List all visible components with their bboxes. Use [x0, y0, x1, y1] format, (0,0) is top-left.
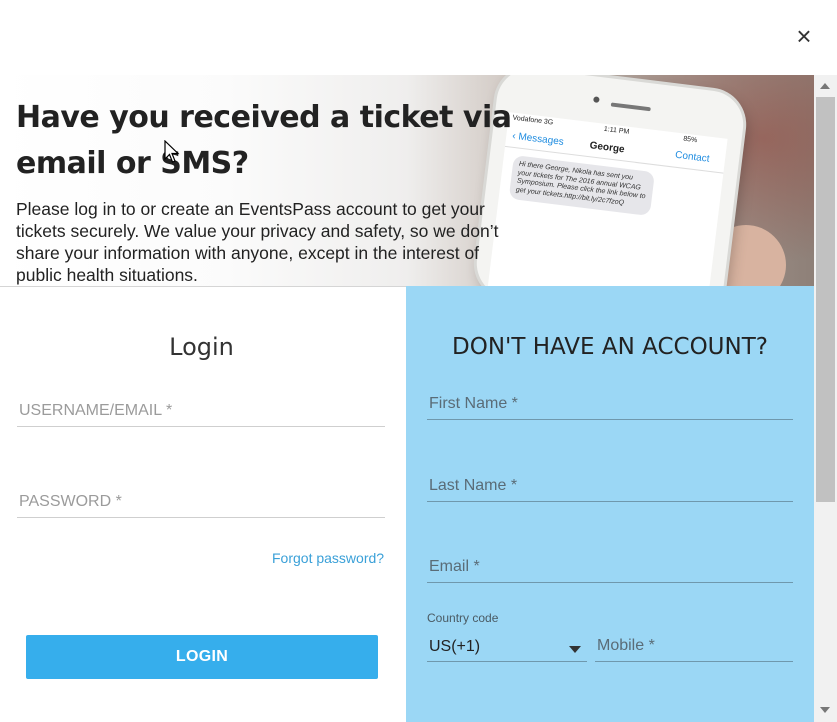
- login-title: Login: [169, 333, 234, 361]
- dialog-header: ×: [0, 0, 837, 75]
- close-icon[interactable]: ×: [790, 22, 818, 50]
- first-name-input[interactable]: First Name *: [427, 388, 793, 420]
- username-input[interactable]: USERNAME/EMAIL *: [17, 392, 385, 427]
- phone-message-bubble: Hi there George, Nikola has sent you you…: [508, 155, 655, 216]
- phone-back-link: ‹ Messages: [511, 130, 565, 148]
- vertical-scrollbar[interactable]: [814, 75, 837, 722]
- hero-title-line2: email or SMS?: [16, 146, 249, 181]
- phone-time: 1:11 PM: [603, 125, 630, 136]
- last-name-input[interactable]: Last Name *: [427, 470, 793, 502]
- chevron-down-icon: [569, 646, 581, 653]
- scrollbar-thumb[interactable]: [816, 97, 835, 502]
- hero-title-line1: Have you received a ticket via: [16, 100, 512, 135]
- phone-contact-name: George: [589, 140, 626, 156]
- email-placeholder: Email *: [429, 558, 480, 575]
- hero-description: Please log in to or create an EventsPass…: [16, 199, 499, 285]
- mobile-input[interactable]: Mobile *: [595, 630, 793, 662]
- mouse-cursor-icon: [164, 140, 180, 163]
- scroll-up-icon[interactable]: [820, 83, 830, 89]
- last-name-placeholder: Last Name *: [429, 477, 518, 494]
- register-panel: DON'T HAVE AN ACCOUNT? First Name * Last…: [406, 286, 814, 722]
- phone-back-label: Messages: [517, 131, 565, 148]
- phone-battery: 85%: [682, 135, 698, 145]
- hero-banner: Vodafone 3G 1:11 PM 85% ‹ Messages Georg…: [0, 75, 814, 286]
- country-code-select[interactable]: US(+1): [427, 630, 587, 662]
- forgot-password-link[interactable]: Forgot password?: [272, 550, 384, 566]
- phone-speaker-icon: [610, 102, 651, 112]
- phone-carrier: Vodafone 3G: [512, 114, 554, 127]
- phone-screen: Vodafone 3G 1:11 PM 85% ‹ Messages Georg…: [484, 112, 728, 286]
- dialog-body[interactable]: Vodafone 3G 1:11 PM 85% ‹ Messages Georg…: [0, 75, 837, 722]
- country-code-label: Country code: [427, 611, 499, 625]
- country-code-value: US(+1): [429, 638, 481, 655]
- password-placeholder: PASSWORD *: [19, 493, 122, 510]
- login-panel: Login USERNAME/EMAIL * PASSWORD * Forgot…: [0, 286, 406, 722]
- first-name-placeholder: First Name *: [429, 395, 518, 412]
- hero-title: Have you received a ticket via email or …: [16, 95, 516, 187]
- register-title: DON'T HAVE AN ACCOUNT?: [452, 334, 768, 360]
- email-input[interactable]: Email *: [427, 551, 793, 583]
- password-input[interactable]: PASSWORD *: [17, 483, 385, 518]
- login-button[interactable]: LOGIN: [26, 635, 378, 679]
- phone-contact-button: Contact: [674, 149, 711, 165]
- scroll-down-icon[interactable]: [820, 707, 830, 713]
- dialog-content: Vodafone 3G 1:11 PM 85% ‹ Messages Georg…: [0, 75, 814, 722]
- mobile-placeholder: Mobile *: [597, 637, 655, 654]
- phone-camera-icon: [593, 96, 600, 103]
- username-placeholder: USERNAME/EMAIL *: [19, 402, 173, 419]
